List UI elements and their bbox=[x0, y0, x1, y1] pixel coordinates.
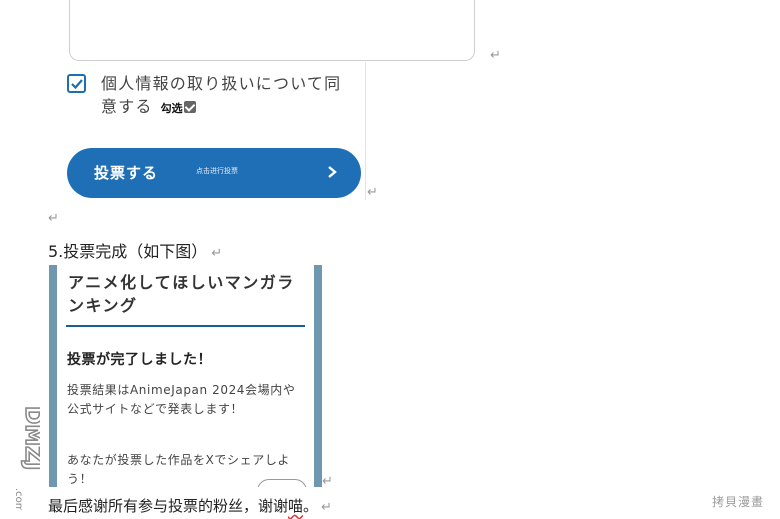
step-heading: 5.投票完成（如下图） ↵ bbox=[48, 242, 223, 261]
ranking-title: アニメ化してほしいマンガランキング bbox=[68, 273, 295, 315]
paragraph-return-icon: ↵ bbox=[48, 211, 59, 226]
consent-checkbox[interactable] bbox=[67, 74, 86, 93]
closing-line: 最后感谢所有参与投票的粉丝，谢谢喵。 ↵ bbox=[48, 497, 332, 515]
consent-label: 個人情報の取り扱いについて同意する 勾选 bbox=[101, 72, 357, 120]
copy-manga-watermark: 拷貝漫畫 bbox=[712, 495, 765, 509]
vote-button-label: 投票する bbox=[94, 164, 159, 182]
checked-box-icon bbox=[183, 101, 196, 113]
vote-complete-heading: 投票が完了しました！ bbox=[67, 352, 212, 368]
paragraph-return-icon: ↵ bbox=[321, 500, 332, 515]
result-announcement: 投票結果はAnimeJapan 2024会場内や公式サイトなどで発表します！ bbox=[67, 383, 296, 416]
vote-complete-screenshot: アニメ化してほしいマンガランキング 投票が完了しました！ 投票結果はAnimeJ… bbox=[49, 265, 322, 487]
checkbox-checked-icon bbox=[71, 79, 83, 90]
svg-text:DMZJ: DMZJ bbox=[20, 406, 40, 470]
paragraph-return-icon: ↵ bbox=[322, 474, 333, 489]
vote-button-annotation: 点击进行投票 bbox=[196, 167, 238, 175]
consent-text: 個人情報の取り扱いについて同意する bbox=[101, 74, 342, 116]
svg-text:.com: .com bbox=[13, 488, 24, 510]
paragraph-return-icon: ↵ bbox=[367, 185, 378, 200]
chevron-right-icon bbox=[328, 166, 337, 178]
dmzj-watermark-logo: DMZJ .com bbox=[13, 405, 40, 510]
comment-textarea[interactable] bbox=[69, 0, 475, 61]
share-icon bbox=[257, 479, 307, 487]
title-divider bbox=[66, 325, 305, 327]
check-annotation: 勾选 bbox=[160, 102, 183, 115]
vote-button[interactable]: 投票する 点击进行投票 bbox=[67, 148, 361, 198]
paragraph-return-icon: ↵ bbox=[211, 246, 223, 261]
paragraph-return-icon: ↵ bbox=[490, 48, 501, 63]
screenshot-edge bbox=[365, 62, 366, 200]
